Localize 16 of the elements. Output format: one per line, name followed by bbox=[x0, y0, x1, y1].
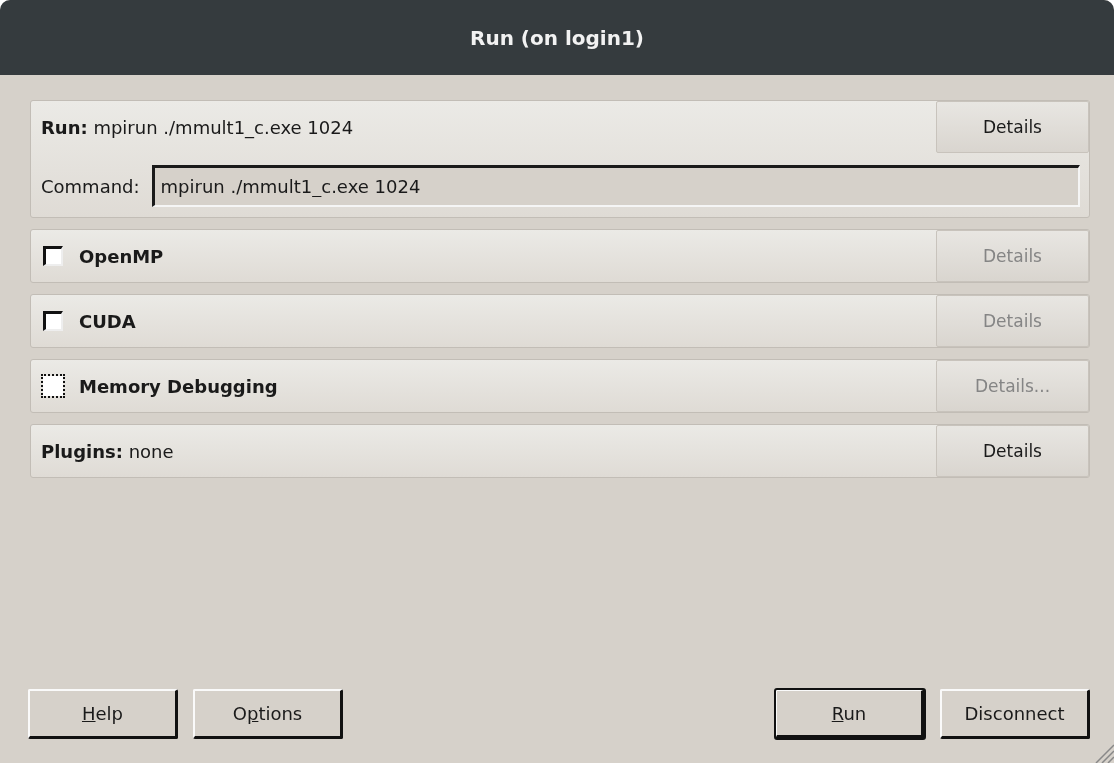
option-label: OpenMP bbox=[79, 245, 164, 267]
option-label: Memory Debugging bbox=[79, 375, 278, 397]
plugins-summary: Plugins: none bbox=[41, 440, 174, 462]
dialog-button[interactable]: Disconnect bbox=[940, 689, 1090, 739]
command-field[interactable]: mpirun ./mmult1_c.exe 1024 bbox=[151, 165, 1080, 207]
option-label: CUDA bbox=[79, 310, 136, 332]
details-button[interactable]: Details bbox=[936, 101, 1089, 153]
checkbox[interactable] bbox=[43, 246, 63, 266]
checkbox[interactable] bbox=[43, 311, 63, 331]
dialog-button[interactable]: Help bbox=[28, 689, 178, 739]
run-summary: Run: mpirun ./mmult1_c.exe 1024 bbox=[41, 116, 354, 138]
dialog-button[interactable]: Options bbox=[193, 689, 343, 739]
dialog-button[interactable]: Run bbox=[775, 689, 925, 739]
details-button[interactable]: Details bbox=[936, 425, 1089, 477]
window-title: Run (on login1) bbox=[470, 25, 644, 50]
command-label: Command: bbox=[41, 175, 140, 197]
